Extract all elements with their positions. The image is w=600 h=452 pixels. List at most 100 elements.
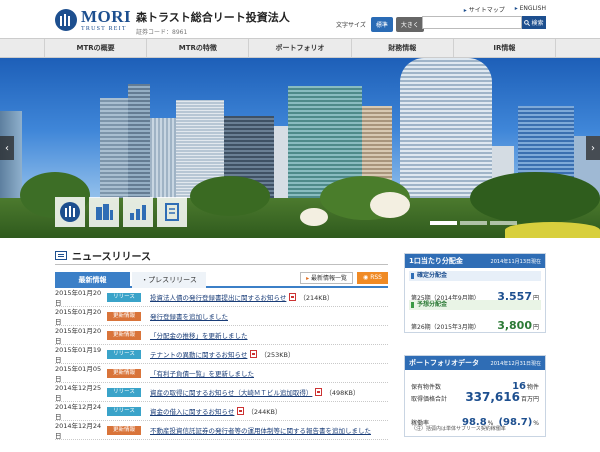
search-button[interactable]: 検索	[522, 16, 546, 29]
english-link[interactable]: ENGLISH	[515, 5, 546, 14]
hero-slider: ‹ ›	[0, 58, 600, 238]
search-box: 検索	[422, 16, 546, 29]
portfolio-box: ポートフォリオデータ 2014年12月31日現在 保有物件数 16物件 取得価格…	[404, 355, 546, 437]
nav-item-overview[interactable]: MTRの概要	[44, 39, 146, 57]
blossom-image	[370, 192, 410, 218]
news-date: 2015年01月20日	[55, 327, 102, 345]
forecast-distribution-row: 第26期（2015年3月期） 3,800円	[409, 310, 541, 332]
price-label: 取得価格合計	[411, 396, 448, 403]
news-date: 2015年01月20日	[55, 308, 102, 326]
building-image	[100, 98, 128, 206]
news-title-link[interactable]: 発行登録書を追加しました	[150, 311, 228, 321]
search-button-label: 検索	[531, 20, 544, 27]
occupancy-sublease-percent: %	[533, 420, 539, 427]
tile-logo[interactable]	[55, 197, 85, 227]
font-size-label: 文字サイズ	[336, 22, 366, 29]
nav-item-ir[interactable]: IR情報	[452, 39, 557, 57]
font-standard-button[interactable]: 標準	[370, 17, 393, 32]
news-icon	[55, 251, 67, 260]
portfolio-header: ポートフォリオデータ 2014年12月31日現在	[405, 356, 545, 370]
nav-item-portfolio[interactable]: ポートフォリオ	[248, 39, 350, 57]
nav-item-features[interactable]: MTRの特徴	[146, 39, 248, 57]
news-tabs: 最新情報 ・プレスリリース 最新情報一覧 ◉ RSS	[55, 272, 388, 288]
mori-logo-icon	[60, 202, 80, 222]
rss-button[interactable]: ◉ RSS	[357, 272, 388, 284]
tile-portfolio[interactable]	[89, 197, 119, 227]
building-image	[274, 126, 288, 206]
slider-dot[interactable]	[460, 221, 487, 225]
distribution-title: 1口当たり分配金	[409, 257, 463, 265]
global-nav: MTRの概要 MTRの特徴 ポートフォリオ 財務情報 IR情報	[0, 38, 600, 58]
price-unit: 百万円	[520, 396, 539, 403]
news-title: ニュースリリース	[72, 252, 151, 263]
distribution-box: 1口当たり分配金 2014年11月13日現在 確定分配金 第25期（2014年9…	[404, 253, 546, 333]
site-logo[interactable]: MORI TRUST REIT	[55, 8, 131, 32]
news-type-badge: リリース	[107, 406, 141, 416]
hero-prev-arrow-icon[interactable]: ‹	[0, 136, 14, 160]
news-title-link[interactable]: 資金の借入に関するお知らせ	[150, 406, 234, 416]
news-type-badge: 更新情報	[107, 425, 141, 435]
slider-dot[interactable]	[430, 221, 457, 225]
news-title-link[interactable]: 「有利子負債一覧」を更新しました	[150, 368, 254, 378]
confirmed-distribution-label: 確定分配金	[409, 271, 541, 281]
search-input[interactable]	[422, 16, 522, 29]
forecast-period: 第26期（2015年3月期）	[411, 324, 480, 331]
news-list: 2015年01月20日 リリース 投資法人債の発行登録書提出に関するお知らせ （214…	[55, 288, 388, 440]
news-type-badge: リリース	[107, 387, 141, 397]
news-heading: ニュースリリース	[55, 249, 388, 265]
news-title-link[interactable]: 資産の取得に関するお知らせ（大崎ＭＴビル追加取得）	[150, 387, 312, 397]
securities-code: 証券コード：8961	[136, 29, 188, 36]
news-date: 2014年12月25日	[55, 384, 102, 402]
company-block: 森トラスト総合リート投資法人 証券コード：8961	[136, 9, 290, 36]
news-type-badge: 更新情報	[107, 311, 141, 321]
distribution-header: 1口当たり分配金 2014年11月13日現在	[405, 254, 545, 268]
tile-ir[interactable]	[157, 197, 187, 227]
tab-press-release[interactable]: ・プレスリリース	[132, 272, 206, 288]
news-row: 2015年01月20日 更新情報 発行登録書を追加しました	[55, 307, 388, 326]
bar-chart-icon	[130, 205, 146, 220]
site-header: MORI TRUST REIT 森トラスト総合リート投資法人 証券コード：896…	[0, 0, 600, 38]
price-value: 337,616	[465, 390, 520, 404]
hero-next-arrow-icon[interactable]: ›	[586, 136, 600, 160]
news-date: 2015年01月19日	[55, 346, 102, 364]
hero-quick-tiles	[55, 197, 187, 227]
news-row: 2014年12月25日 リリース 資産の取得に関するお知らせ（大崎ＭＴビル追加取得）…	[55, 383, 388, 402]
news-list-button[interactable]: 最新情報一覧	[300, 272, 354, 284]
slider-dots	[430, 221, 517, 225]
news-date: 2014年12月24日	[55, 422, 102, 440]
company-name: 森トラスト総合リート投資法人	[136, 11, 290, 24]
properties-row: 保有物件数 16物件	[411, 374, 539, 392]
slider-dot[interactable]	[490, 221, 517, 225]
tab-latest[interactable]: 最新情報	[55, 272, 130, 288]
confirmed-distribution-row: 第25期（2014年9月期） 3,557円	[409, 281, 541, 303]
news-title-link[interactable]: 不動産投資信託証券の発行者等の運用体制等に関する報告書を追加しました	[150, 425, 371, 435]
font-large-button[interactable]: 大きく	[395, 17, 424, 32]
font-size-switcher: 文字サイズ 標準 大きく	[336, 17, 424, 32]
news-file-size: （214KB）	[299, 294, 334, 302]
blossom-image	[300, 208, 328, 226]
news-title-link[interactable]: 投資法人債の発行登録書提出に関するお知らせ	[150, 292, 286, 302]
news-title-link[interactable]: 「分配金の推移」を更新しました	[150, 330, 248, 340]
news-date: 2015年01月05日	[55, 365, 102, 383]
news-file-size: （253KB）	[260, 351, 295, 359]
pdf-icon	[250, 350, 258, 358]
nav-item-financial[interactable]: 財務情報	[350, 39, 453, 57]
forecast-distribution-label: 予想分配金	[409, 300, 541, 310]
pdf-icon	[237, 407, 245, 415]
sitemap-link[interactable]: サイトマップ	[464, 5, 505, 14]
news-file-size: （498KB）	[325, 389, 360, 397]
news-row: 2015年01月20日 更新情報 「分配金の推移」を更新しました	[55, 326, 388, 345]
news-type-badge: リリース	[107, 349, 141, 359]
occupancy-row: 稼働率 98.8% (98.7)%	[411, 410, 539, 428]
tile-financial[interactable]	[123, 197, 153, 227]
mori-logo-icon	[55, 9, 77, 31]
rss-label: RSS	[370, 274, 382, 281]
document-check-icon	[165, 203, 179, 221]
forecast-value: 3,800	[497, 319, 532, 332]
tree-image	[470, 172, 600, 224]
portfolio-date: 2014年12月31日現在	[490, 360, 541, 367]
news-date: 2015年01月20日	[55, 289, 102, 307]
building-image	[150, 118, 176, 206]
news-title-link[interactable]: テナントの異動に関するお知らせ	[150, 349, 247, 359]
news-file-size: （244KB）	[247, 408, 282, 416]
